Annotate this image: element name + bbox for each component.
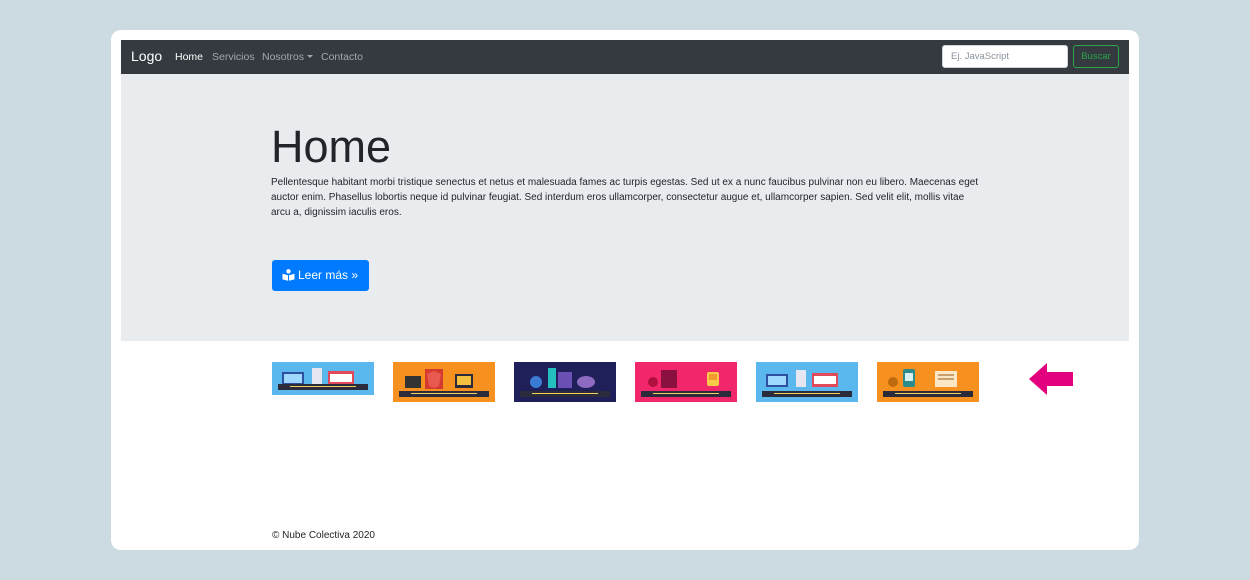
thumbnail-caption-bar xyxy=(278,384,368,390)
read-more-button[interactable]: Leer más » xyxy=(272,260,369,291)
nav-item-nosotros-label: Nosotros xyxy=(262,51,305,63)
thumbnail-3[interactable] xyxy=(514,362,616,402)
thumbnail-1[interactable] xyxy=(272,362,374,395)
thumbnail-caption-bar xyxy=(762,391,852,397)
footer-copyright: © Nube Colectiva 2020 xyxy=(272,530,375,540)
thumbnail-5[interactable] xyxy=(756,362,858,402)
thumbnail-caption-bar xyxy=(641,391,731,397)
chevron-down-icon xyxy=(307,54,314,58)
thumbnail-2[interactable] xyxy=(393,362,495,402)
book-reader-icon xyxy=(282,269,295,281)
laptop-store-illustration xyxy=(282,368,354,385)
thumbnail-caption-bar xyxy=(883,391,973,397)
arrow-left-icon xyxy=(1029,363,1073,395)
search-input[interactable] xyxy=(942,45,1068,68)
website-viewport: Logo Home Servicios Nosotros Contacto Bu… xyxy=(121,40,1129,540)
page-title: Home xyxy=(271,121,392,172)
navbar: Logo Home Servicios Nosotros Contacto Bu… xyxy=(121,40,1129,74)
search-button[interactable]: Buscar xyxy=(1073,45,1119,68)
read-more-label: Leer más » xyxy=(298,268,359,282)
thumbnail-caption-bar xyxy=(520,391,610,397)
thumbnail-4[interactable] xyxy=(635,362,737,402)
jumbotron: Home Pellentesque habitant morbi tristiq… xyxy=(121,74,1129,341)
intro-paragraph: Pellentesque habitant morbi tristique se… xyxy=(271,177,979,218)
navbar-brand[interactable]: Logo xyxy=(131,48,162,64)
nav-item-home[interactable]: Home xyxy=(175,51,203,63)
nav-item-contacto[interactable]: Contacto xyxy=(321,51,363,63)
nav-item-servicios[interactable]: Servicios xyxy=(212,51,255,63)
nav-item-nosotros[interactable]: Nosotros xyxy=(262,51,314,63)
thumbnail-6[interactable] xyxy=(877,362,979,402)
thumbnail-caption-bar xyxy=(399,391,489,397)
